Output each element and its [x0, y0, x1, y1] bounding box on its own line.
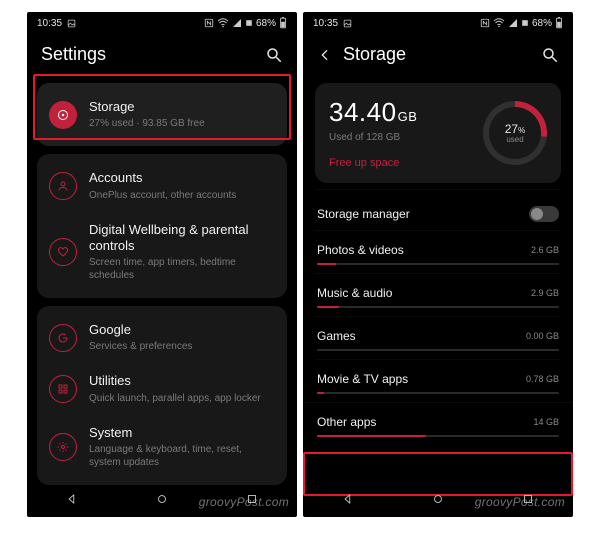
settings-item-accounts[interactable]: Accounts OnePlus account, other accounts: [41, 160, 283, 211]
gear-icon: [49, 433, 77, 461]
nfc-icon: [480, 18, 490, 28]
back-icon[interactable]: [317, 47, 333, 63]
phone-right: 10:35 68% Storage: [303, 12, 573, 517]
storage-row-games[interactable]: Games 0.00 GB: [315, 316, 561, 359]
status-bar: 10:35 68%: [303, 12, 573, 34]
storage-row-label: Music & audio: [317, 286, 392, 300]
settings-item-storage[interactable]: Storage 27% used · 93.85 GB free: [41, 89, 283, 140]
storage-row-bar: [317, 392, 559, 394]
storage-used-sub: Used of 128 GB: [329, 132, 473, 143]
watermark: groovyPost.com: [199, 495, 289, 509]
storage-row-label: Movie & TV apps: [317, 372, 408, 386]
search-icon[interactable]: [541, 46, 559, 64]
storage-usage-ring: 27% used: [483, 101, 547, 165]
settings-item-label: Storage: [89, 99, 273, 115]
settings-item-label: System: [89, 425, 273, 441]
settings-item-label: Accounts: [89, 170, 273, 186]
settings-item-label: Google: [89, 322, 273, 338]
settings-item-sub: Quick launch, parallel apps, app locker: [89, 392, 273, 405]
storage-row-music[interactable]: Music & audio 2.9 GB: [315, 273, 561, 316]
storage-row-value: 14 GB: [533, 417, 559, 427]
grid-icon: [49, 375, 77, 403]
storage-row-movietv[interactable]: Movie & TV apps 0.78 GB: [315, 359, 561, 402]
storage-row-value: 2.6 GB: [531, 245, 559, 255]
status-time: 10:35: [37, 18, 62, 29]
storage-row-bar: [317, 435, 559, 437]
page-title: Storage: [343, 44, 406, 65]
settings-header: Settings: [27, 34, 297, 79]
status-time: 10:35: [313, 18, 338, 29]
settings-item-sub: Language & keyboard, time, reset, system…: [89, 443, 273, 469]
disc-icon: [49, 101, 77, 129]
nfc-icon: [204, 18, 214, 28]
storage-row-bar: [317, 263, 559, 265]
page-title: Settings: [41, 44, 106, 65]
settings-item-wellbeing[interactable]: Digital Wellbeing & parental controls Sc…: [41, 212, 283, 293]
status-battery: 68%: [256, 18, 276, 29]
storage-manager-toggle[interactable]: [529, 206, 559, 222]
settings-item-system[interactable]: System Language & keyboard, time, reset,…: [41, 415, 283, 479]
misc-icon: [245, 19, 253, 27]
battery-icon: [279, 17, 287, 29]
google-icon: [49, 324, 77, 352]
search-icon[interactable]: [265, 46, 283, 64]
nav-home-icon[interactable]: [155, 492, 169, 506]
storage-row-otherapps[interactable]: Other apps 14 GB: [303, 402, 573, 445]
storage-row-label: Games: [317, 329, 356, 343]
photo-icon: [67, 19, 76, 28]
storage-row-label: Other apps: [317, 415, 376, 429]
settings-item-label: Utilities: [89, 373, 273, 389]
status-battery: 68%: [532, 18, 552, 29]
settings-item-google[interactable]: Google Services & preferences: [41, 312, 283, 363]
storage-row-bar: [317, 306, 559, 308]
signal-icon: [508, 18, 518, 28]
settings-card-system: Google Services & preferences Utilities …: [37, 306, 287, 485]
storage-row-label: Photos & videos: [317, 243, 404, 257]
battery-icon: [555, 17, 563, 29]
phone-left: 10:35 68% Settings: [27, 12, 297, 517]
settings-item-label: Digital Wellbeing & parental controls: [89, 222, 273, 255]
storage-row-bar: [317, 349, 559, 351]
photo-icon: [343, 19, 352, 28]
storage-manager-label: Storage manager: [317, 207, 410, 221]
heart-icon: [49, 238, 77, 266]
storage-row-photos[interactable]: Photos & videos 2.6 GB: [315, 230, 561, 273]
settings-item-sub: Screen time, app timers, bedtime schedul…: [89, 256, 273, 282]
status-bar: 10:35 68%: [27, 12, 297, 34]
user-icon: [49, 172, 77, 200]
wifi-icon: [493, 18, 505, 28]
storage-row-value: 0.00 GB: [526, 331, 559, 341]
wifi-icon: [217, 18, 229, 28]
storage-ring-label: 27% used: [505, 123, 525, 144]
nav-back-icon[interactable]: [341, 492, 355, 506]
settings-item-sub: Services & preferences: [89, 340, 273, 353]
storage-row-value: 0.78 GB: [526, 374, 559, 384]
settings-item-sub: 27% used · 93.85 GB free: [89, 117, 273, 130]
free-up-space-link[interactable]: Free up space: [329, 157, 473, 169]
storage-manager-row[interactable]: Storage manager: [315, 189, 561, 230]
settings-card-storage: Storage 27% used · 93.85 GB free: [37, 83, 287, 146]
signal-icon: [232, 18, 242, 28]
misc-icon: [521, 19, 529, 27]
storage-used-value: 34.40GB: [329, 97, 473, 128]
settings-item-sub: OnePlus account, other accounts: [89, 189, 273, 202]
watermark: groovyPost.com: [475, 495, 565, 509]
storage-hero: 34.40GB Used of 128 GB Free up space 27%…: [315, 83, 561, 183]
settings-item-utilities[interactable]: Utilities Quick launch, parallel apps, a…: [41, 363, 283, 414]
nav-back-icon[interactable]: [65, 492, 79, 506]
storage-row-value: 2.9 GB: [531, 288, 559, 298]
settings-card-personal: Accounts OnePlus account, other accounts…: [37, 154, 287, 298]
nav-home-icon[interactable]: [431, 492, 445, 506]
storage-header: Storage: [303, 34, 573, 79]
